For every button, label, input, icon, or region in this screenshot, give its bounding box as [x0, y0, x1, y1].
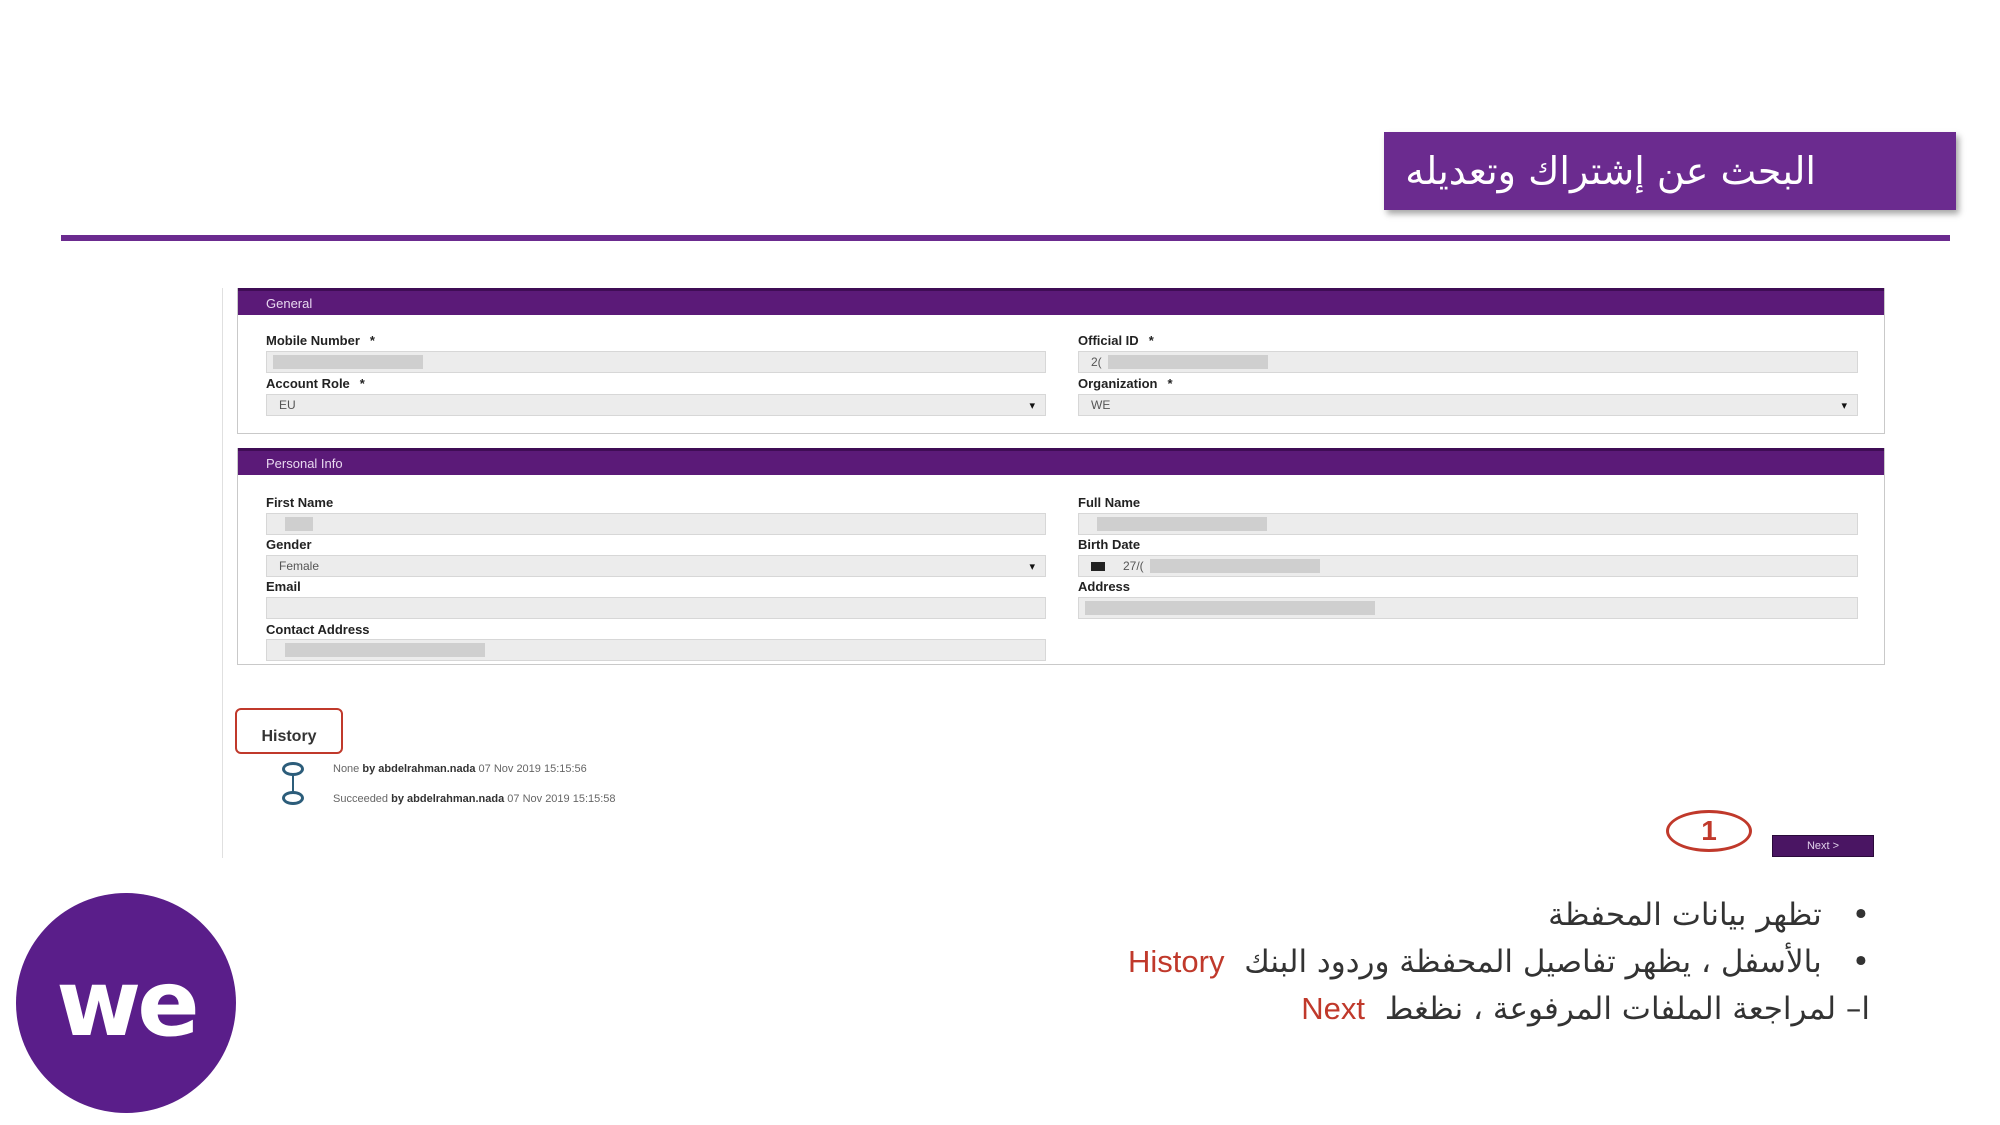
next-highlight: Next [1301, 991, 1366, 1026]
organization-label: Organization * [1078, 376, 1173, 391]
account-role-label: Account Role * [266, 376, 365, 391]
contact-address-field[interactable] [266, 639, 1046, 661]
personal-section-title: Personal Info [266, 455, 343, 471]
general-section-title: General [266, 295, 313, 311]
bullet-item-1: •تظهر بيانات المحفظة [1548, 897, 1870, 933]
next-button[interactable]: Next > [1772, 835, 1874, 857]
email-field[interactable] [266, 597, 1046, 619]
first-name-label: First Name [266, 495, 334, 510]
official-id-field[interactable]: 2( [1078, 351, 1858, 373]
bullet-item-3: ا– لمراجعة الملفات المرفوعة ، نظغط Next [1301, 991, 1870, 1027]
history-entry: Succeeded by abdelrahman.nada 07 Nov 201… [333, 793, 616, 805]
timeline-node-icon [282, 762, 304, 776]
calendar-icon[interactable] [1091, 561, 1105, 571]
gender-select[interactable]: Female ▾ [266, 555, 1046, 577]
contact-address-label: Contact Address [266, 622, 370, 637]
personal-info-panel: Personal Info First Name Full Name Gende… [237, 448, 1885, 665]
first-name-field[interactable] [266, 513, 1046, 535]
we-logo: we [16, 893, 236, 1113]
chevron-down-icon: ▾ [1841, 400, 1847, 412]
slide: البحث عن إشتراك وتعديله General Mobile N… [0, 0, 2000, 1125]
history-label: History [261, 728, 317, 745]
step-marker: 1 [1666, 810, 1752, 852]
mobile-number-field[interactable] [266, 351, 1046, 373]
personal-panel-header: Personal Info [238, 448, 1884, 475]
history-entry: None by abdelrahman.nada 07 Nov 2019 15:… [333, 763, 587, 775]
gender-label: Gender [266, 537, 312, 552]
official-id-label: Official ID * [1078, 333, 1154, 348]
bullet-item-2: •بالأسفل ، يظهر تفاصيل المحفظة وردود الب… [1128, 944, 1870, 980]
address-field[interactable] [1078, 597, 1858, 619]
chevron-down-icon: ▾ [1029, 400, 1035, 412]
page-title: البحث عن إشتراك وتعديله [1405, 149, 1816, 193]
title-divider [61, 235, 1950, 241]
address-label: Address [1078, 579, 1131, 594]
organization-select[interactable]: WE ▾ [1078, 394, 1858, 416]
account-role-select[interactable]: EU ▾ [266, 394, 1046, 416]
full-name-label: Full Name [1078, 495, 1141, 510]
app-screenshot: General Mobile Number * Official ID * 2( A… [222, 288, 1887, 858]
mobile-number-label: Mobile Number * [266, 333, 375, 348]
history-highlight: History [1128, 944, 1225, 979]
birth-date-field[interactable]: 27/( [1078, 555, 1858, 577]
birth-date-label: Birth Date [1078, 537, 1141, 552]
chevron-down-icon: ▾ [1029, 561, 1035, 573]
history-tab[interactable]: History [235, 708, 343, 754]
email-label: Email [266, 579, 301, 594]
logo-text: we [56, 949, 199, 1057]
title-banner: البحث عن إشتراك وتعديله [1384, 132, 1956, 210]
timeline-node-icon [282, 791, 304, 805]
general-panel: General Mobile Number * Official ID * 2( A… [237, 288, 1885, 434]
step-number: 1 [1701, 815, 1717, 846]
general-panel-header: General [238, 288, 1884, 315]
full-name-field[interactable] [1078, 513, 1858, 535]
